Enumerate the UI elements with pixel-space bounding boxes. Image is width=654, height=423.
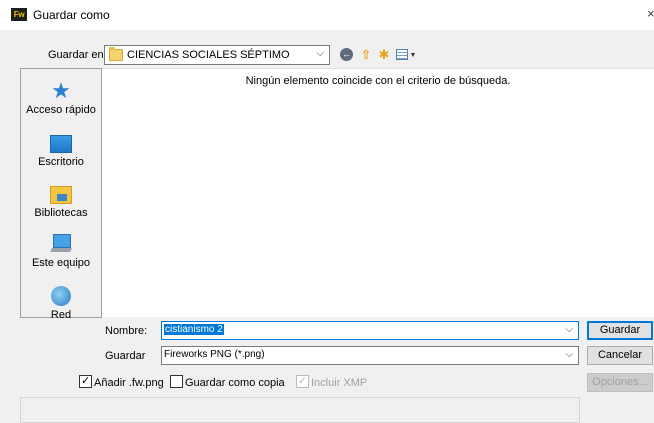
view-menu-chevron-icon[interactable]: ▼ bbox=[409, 48, 417, 64]
new-folder-icon[interactable]: ✱ bbox=[376, 47, 392, 63]
place-this-pc[interactable]: Este equipo bbox=[21, 234, 101, 269]
empty-results-message: Ningún elemento coincide con el criterio… bbox=[245, 75, 511, 87]
place-label: Escritorio bbox=[38, 156, 84, 168]
file-type-value: Fireworks PNG (*.png) bbox=[164, 349, 265, 360]
place-label: Red bbox=[50, 309, 72, 321]
desktop-icon bbox=[50, 135, 72, 153]
place-label: Este equipo bbox=[31, 257, 91, 269]
quick-access-icon: ★ bbox=[51, 78, 71, 103]
include-xmp-checkbox: Incluir XMP bbox=[296, 375, 367, 389]
folder-icon bbox=[109, 47, 123, 61]
save-in-label: Guardar en: bbox=[48, 49, 107, 61]
view-menu-icon[interactable] bbox=[396, 49, 408, 60]
save-button[interactable]: Guardar bbox=[587, 321, 653, 340]
chevron-down-icon[interactable]: ⌵ bbox=[565, 324, 573, 335]
file-name-value: cistianismo 2 bbox=[164, 324, 224, 335]
checkbox-checked-disabled-icon bbox=[296, 375, 309, 388]
options-button[interactable]: Opciones... bbox=[587, 373, 653, 392]
back-icon[interactable]: ← bbox=[340, 48, 353, 61]
close-icon[interactable]: × bbox=[647, 6, 654, 21]
current-folder-name: CIENCIAS SOCIALES SÉPTIMO bbox=[127, 49, 290, 61]
place-network[interactable]: Red bbox=[21, 286, 101, 321]
place-quick-access[interactable]: ★ Acceso rápido bbox=[21, 78, 101, 117]
libraries-icon bbox=[50, 186, 72, 204]
save-in-dropdown[interactable]: CIENCIAS SOCIALES SÉPTIMO ⌵ bbox=[104, 45, 330, 65]
places-bar: ★ Acceso rápido Escritorio Bibliotecas E… bbox=[20, 68, 102, 321]
network-icon bbox=[51, 286, 71, 306]
add-extension-label: Añadir .fw.png bbox=[94, 377, 164, 389]
file-name-input[interactable]: cistianismo 2 ⌵ bbox=[161, 321, 579, 340]
this-pc-icon bbox=[50, 234, 72, 254]
save-dialog: Guardar en: CIENCIAS SOCIALES SÉPTIMO ⌵ … bbox=[0, 30, 654, 423]
fireworks-app-icon: Fw bbox=[11, 8, 27, 21]
file-list[interactable]: Ningún elemento coincide con el criterio… bbox=[102, 68, 654, 317]
save-as-copy-checkbox[interactable]: Guardar como copia bbox=[170, 375, 285, 389]
chevron-down-icon[interactable]: ⌵ bbox=[565, 349, 573, 360]
title-bar: Fw Guardar como × bbox=[0, 0, 654, 30]
chevron-down-icon[interactable]: ⌵ bbox=[316, 48, 324, 59]
place-label: Bibliotecas bbox=[34, 207, 88, 219]
checkbox-checked-icon[interactable] bbox=[79, 375, 92, 388]
cancel-button[interactable]: Cancelar bbox=[587, 346, 653, 365]
file-type-label: Guardar bbox=[105, 350, 146, 362]
place-desktop[interactable]: Escritorio bbox=[21, 135, 101, 168]
up-folder-icon[interactable]: ⇧ bbox=[358, 47, 374, 63]
place-label: Acceso rápido bbox=[26, 104, 96, 116]
save-as-copy-label: Guardar como copia bbox=[185, 377, 285, 389]
include-xmp-label: Incluir XMP bbox=[311, 377, 368, 389]
preview-panel bbox=[20, 397, 580, 423]
add-extension-checkbox[interactable]: Añadir .fw.png bbox=[79, 375, 164, 389]
checkbox-unchecked-icon[interactable] bbox=[170, 375, 183, 388]
file-type-select[interactable]: Fireworks PNG (*.png) ⌵ bbox=[161, 346, 579, 365]
place-libraries[interactable]: Bibliotecas bbox=[21, 186, 101, 219]
window-title: Guardar como bbox=[33, 8, 110, 22]
file-name-label: Nombre: bbox=[105, 325, 148, 337]
